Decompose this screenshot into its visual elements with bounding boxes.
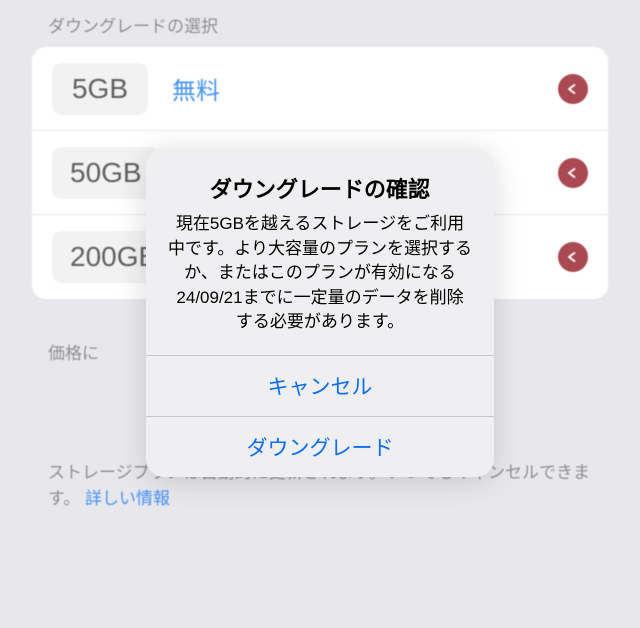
alert-message: 現在5GBを越えるストレージをご利用中です。より大容量のプランを選択するか、また… [168, 212, 472, 335]
downgrade-button[interactable]: ダウングレード [146, 416, 494, 477]
modal-backdrop: ダウングレードの確認 現在5GBを越えるストレージをご利用中です。より大容量のプ… [0, 0, 640, 628]
downgrade-alert: ダウングレードの確認 現在5GBを越えるストレージをご利用中です。より大容量のプ… [146, 148, 494, 477]
cancel-button[interactable]: キャンセル [146, 355, 494, 416]
alert-title: ダウングレードの確認 [168, 172, 472, 204]
